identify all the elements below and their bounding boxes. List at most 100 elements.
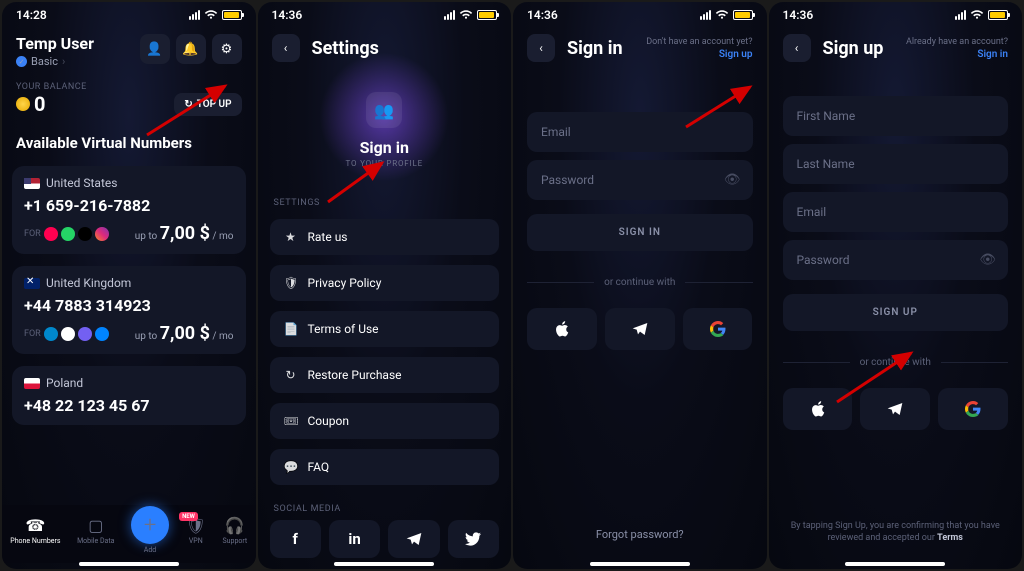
status-bar: 14:28 bbox=[2, 2, 256, 24]
telegram-signin[interactable] bbox=[860, 388, 930, 430]
wifi-icon bbox=[715, 10, 729, 20]
telegram-signin[interactable] bbox=[605, 308, 675, 350]
email-field[interactable]: Email bbox=[783, 192, 1009, 232]
signal-icon bbox=[700, 10, 711, 20]
clock: 14:36 bbox=[783, 8, 814, 22]
available-numbers-title: Available Virtual Numbers bbox=[2, 120, 256, 160]
email-field[interactable]: Email bbox=[527, 112, 753, 152]
phone-icon: ☎ bbox=[25, 516, 45, 535]
refresh-icon: ↻ bbox=[284, 368, 298, 382]
wifi-icon bbox=[459, 10, 473, 20]
twitter-button[interactable] bbox=[448, 520, 499, 558]
page-title: Sign in bbox=[567, 38, 623, 59]
topup-icon: ↻ bbox=[184, 99, 192, 110]
signin-hint: Already have an account? bbox=[906, 37, 1008, 47]
back-button[interactable]: ‹ bbox=[527, 34, 555, 62]
tab-support[interactable]: 🎧Support bbox=[223, 516, 248, 545]
balance-label: YOUR BALANCE bbox=[16, 82, 87, 92]
new-badge: NEW bbox=[179, 512, 198, 521]
notifications-button[interactable]: 🔔 bbox=[176, 34, 206, 64]
section-label: SOCIAL MEDIA bbox=[258, 490, 512, 520]
back-button[interactable]: ‹ bbox=[272, 34, 300, 62]
facebook-button[interactable]: f bbox=[270, 520, 321, 558]
phone-number: +48 22 123 45 67 bbox=[24, 396, 234, 415]
signup-link[interactable]: Sign up bbox=[646, 49, 752, 60]
page-title: Sign up bbox=[823, 38, 884, 59]
first-name-field[interactable]: First Name bbox=[783, 96, 1009, 136]
menu-terms[interactable]: 📄Terms of Use bbox=[270, 311, 500, 347]
linkedin-button[interactable]: in bbox=[329, 520, 380, 558]
home-indicator bbox=[590, 562, 690, 566]
menu-rate-us[interactable]: ★Rate us bbox=[270, 219, 500, 255]
telegram-icon bbox=[44, 327, 58, 341]
clock: 14:36 bbox=[527, 8, 558, 22]
menu-privacy[interactable]: 🛡Privacy Policy bbox=[270, 265, 500, 301]
sign-in-button[interactable]: SIGN IN bbox=[527, 214, 753, 251]
number-card[interactable]: United States +1 659-216-7882 FOR up to … bbox=[12, 166, 246, 254]
wifi-icon bbox=[970, 10, 984, 20]
signal-icon bbox=[955, 10, 966, 20]
password-field[interactable]: Password👁 bbox=[783, 240, 1009, 280]
tab-vpn[interactable]: 🛡VPNNEW bbox=[186, 516, 206, 545]
username: Temp User bbox=[16, 34, 94, 53]
flag-us-icon bbox=[24, 178, 40, 189]
divider: or continue with bbox=[783, 357, 1009, 368]
balance-value: 0 bbox=[16, 92, 87, 116]
shield-check-icon: 🛡 bbox=[284, 276, 298, 290]
eye-off-icon[interactable]: 👁 bbox=[979, 253, 996, 268]
tab-add[interactable]: +Add bbox=[131, 506, 169, 554]
flag-uk-icon bbox=[24, 278, 40, 289]
document-icon: 📄 bbox=[284, 322, 298, 336]
app-icon bbox=[95, 327, 109, 341]
battery-icon bbox=[733, 10, 753, 20]
back-button[interactable]: ‹ bbox=[783, 34, 811, 62]
battery-icon bbox=[988, 10, 1008, 20]
headset-icon: 🎧 bbox=[225, 516, 245, 535]
eye-off-icon[interactable]: 👁 bbox=[724, 173, 741, 188]
number-card[interactable]: United Kingdom +44 7883 314923 FOR up to… bbox=[12, 266, 246, 354]
last-name-field[interactable]: Last Name bbox=[783, 144, 1009, 184]
signal-icon bbox=[189, 10, 200, 20]
phone-number: +1 659-216-7882 bbox=[24, 196, 234, 215]
sign-up-button[interactable]: SIGN UP bbox=[783, 294, 1009, 331]
tiktok-icon bbox=[78, 227, 92, 241]
divider: or continue with bbox=[527, 277, 753, 288]
terms-link[interactable]: Terms bbox=[937, 533, 963, 543]
section-label: SETTINGS bbox=[258, 184, 512, 214]
app-icon bbox=[78, 327, 92, 341]
tab-mobile-data[interactable]: ▢Mobile Data bbox=[77, 516, 114, 545]
telegram-button[interactable] bbox=[388, 520, 439, 558]
sign-in-promo[interactable]: 👥 Sign in TO YOUR PROFILE bbox=[258, 72, 512, 184]
verified-icon: ✓ bbox=[16, 56, 27, 67]
menu-faq[interactable]: 💬FAQ bbox=[270, 449, 500, 485]
clock: 14:28 bbox=[16, 8, 47, 22]
apple-signin[interactable] bbox=[783, 388, 853, 430]
google-signin[interactable] bbox=[683, 308, 753, 350]
signup-hint: Don't have an account yet? bbox=[646, 37, 752, 47]
signin-link[interactable]: Sign in bbox=[906, 49, 1008, 60]
phone-number: +44 7883 314923 bbox=[24, 296, 234, 315]
clock: 14:36 bbox=[272, 8, 303, 22]
wifi-icon bbox=[204, 10, 218, 20]
password-field[interactable]: Password👁 bbox=[527, 160, 753, 200]
add-fab[interactable]: + bbox=[131, 506, 169, 544]
tab-phone-numbers[interactable]: ☎Phone Numbers bbox=[10, 516, 60, 545]
top-up-button[interactable]: ↻TOP UP bbox=[174, 93, 241, 116]
apple-signin[interactable] bbox=[527, 308, 597, 350]
settings-button[interactable]: ⚙ bbox=[212, 34, 242, 64]
whatsapp-icon bbox=[61, 227, 75, 241]
app-icon bbox=[44, 227, 58, 241]
menu-restore[interactable]: ↻Restore Purchase bbox=[270, 357, 500, 393]
users-icon: 👥 bbox=[366, 92, 402, 128]
status-bar: 14:36 bbox=[769, 2, 1023, 24]
tab-bar: ☎Phone Numbers ▢Mobile Data +Add 🛡VPNNEW… bbox=[2, 505, 256, 563]
google-signin[interactable] bbox=[938, 388, 1008, 430]
home-indicator bbox=[334, 562, 434, 566]
number-card[interactable]: Poland +48 22 123 45 67 bbox=[12, 366, 246, 425]
profile-button[interactable]: 👤 bbox=[140, 34, 170, 64]
ticket-icon: 🎟 bbox=[284, 414, 298, 428]
menu-coupon[interactable]: 🎟Coupon bbox=[270, 403, 500, 439]
chat-icon: 💬 bbox=[284, 460, 298, 474]
signal-icon bbox=[444, 10, 455, 20]
flag-pl-icon bbox=[24, 378, 40, 389]
